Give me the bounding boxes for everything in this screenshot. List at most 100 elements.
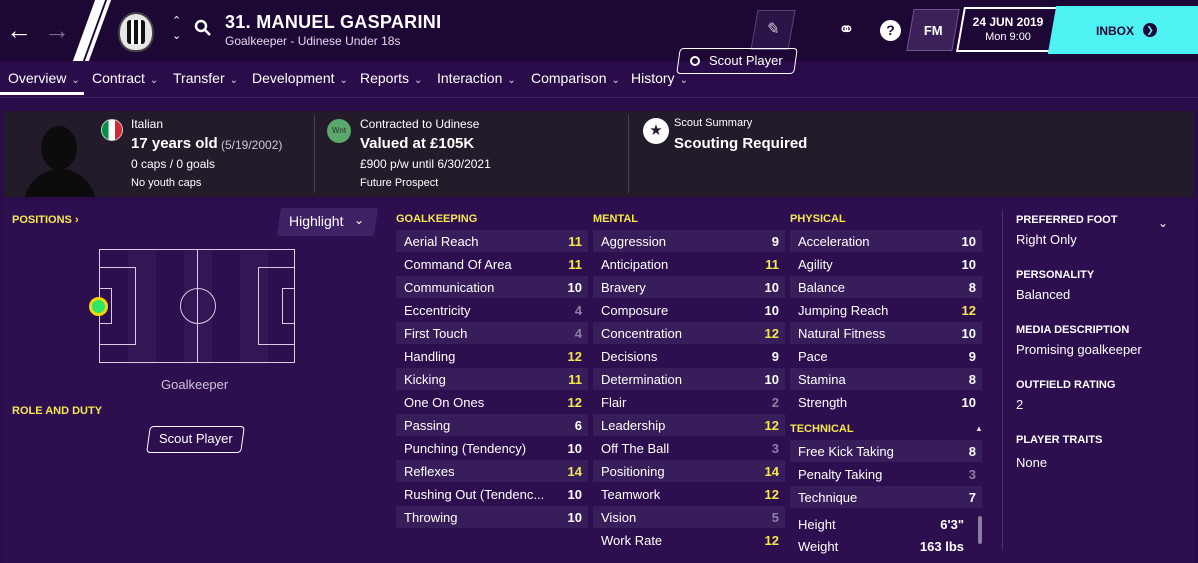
divider (628, 115, 629, 193)
tab-comparison[interactable]: Comparison ⌄ (531, 70, 620, 86)
attribute-row[interactable]: Flair 2 (593, 391, 785, 413)
attribute-row[interactable]: Decisions 9 (593, 345, 785, 367)
attribute-row[interactable]: Composure 10 (593, 299, 785, 321)
attribute-value: 10 (764, 303, 779, 318)
attribute-row[interactable]: Positioning 14 (593, 460, 785, 482)
attribute-row[interactable]: Throwing 10 (396, 506, 588, 528)
attribute-row[interactable]: Off The Ball 3 (593, 437, 785, 459)
club-crest-icon[interactable] (118, 12, 154, 52)
attribute-row[interactable]: Bravery 10 (593, 276, 785, 298)
current-date: 24 JUN 2019 (972, 15, 1044, 29)
date-continue-box[interactable] (956, 7, 1064, 52)
arrow-right-circle-icon[interactable]: ❯ (1143, 23, 1157, 37)
attribute-row[interactable]: Concentration 12 (593, 322, 785, 344)
attribute-value: 12 (961, 303, 976, 318)
globe-icon[interactable]: ⚭ (838, 17, 855, 42)
attribute-row[interactable]: Agility 10 (790, 253, 982, 275)
attribute-row[interactable]: Aerial Reach 11 (396, 230, 588, 252)
prev-next-player-icon[interactable]: ⌃ ⌄ (172, 14, 181, 44)
attribute-row[interactable]: Determination 10 (593, 368, 785, 390)
attribute-row[interactable]: Free Kick Taking 8 (790, 440, 982, 462)
tab-development[interactable]: Development ⌄ (252, 70, 348, 86)
prospect-status: Future Prospect (360, 177, 439, 189)
attribute-name: Positioning (601, 464, 665, 479)
attribute-row[interactable]: Eccentricity 4 (396, 299, 588, 321)
attribute-row[interactable]: Stamina 8 (790, 368, 982, 390)
attribute-row[interactable]: Technique 7 (790, 486, 982, 508)
attribute-row[interactable]: Jumping Reach 12 (790, 299, 982, 321)
attribute-row[interactable]: One On Ones 12 (396, 391, 588, 413)
player-subtitle[interactable]: Goalkeeper - Udinese Under 18s (225, 34, 400, 48)
attribute-row[interactable]: Pace 9 (790, 345, 982, 367)
attribute-row[interactable]: Acceleration 10 (790, 230, 982, 252)
chevron-down-icon[interactable]: ⌄ (354, 213, 364, 227)
attribute-row[interactable]: Rushing Out (Tendenc... 10 (396, 483, 588, 505)
search-icon[interactable] (194, 19, 212, 37)
attribute-value: 10 (961, 326, 976, 341)
attribute-row[interactable]: Work Rate 12 (593, 529, 785, 551)
attribute-name: Determination (601, 372, 682, 387)
attribute-row[interactable]: Penalty Taking 3 (790, 463, 982, 485)
attribute-row[interactable]: Leadership 12 (593, 414, 785, 436)
goalkeeper-position-marker[interactable] (89, 297, 108, 316)
goalkeeping-title: GOALKEEPING (396, 213, 478, 225)
attribute-row[interactable]: Handling 12 (396, 345, 588, 367)
attribute-value: 9 (771, 349, 779, 364)
tab-interaction[interactable]: Interaction ⌄ (437, 70, 516, 86)
tab-contract[interactable]: Contract ⌄ (92, 70, 158, 86)
edit-pencil-icon[interactable]: ✎ (750, 10, 796, 50)
attribute-value: 3 (968, 467, 976, 482)
attribute-row[interactable]: Reflexes 14 (396, 460, 588, 482)
attribute-row[interactable]: Teamwork 12 (593, 483, 785, 505)
chevron-down-icon: ⌄ (414, 75, 423, 86)
positions-title[interactable]: POSITIONS › (12, 214, 79, 226)
chevron-down-icon: ⌄ (507, 75, 516, 86)
scout-summary-title: Scout Summary (674, 117, 753, 129)
back-arrow-icon[interactable]: ← (6, 15, 32, 45)
attribute-name: Off The Ball (601, 441, 670, 456)
tab-transfer[interactable]: Transfer ⌄ (173, 70, 238, 86)
attribute-value: 10 (961, 395, 976, 410)
chevron-down-icon[interactable]: ⌄ (1158, 216, 1168, 230)
attribute-row[interactable]: Punching (Tendency) 10 (396, 437, 588, 459)
forward-arrow-icon[interactable]: → (44, 15, 70, 45)
search-icon (690, 56, 700, 66)
scrollbar[interactable] (978, 516, 982, 544)
attribute-row[interactable]: Vision 5 (593, 506, 785, 528)
tab-bar: Overview ⌄ Contract ⌄ Transfer ⌄ Developmen… (0, 61, 1198, 97)
attribute-row[interactable]: Anticipation 11 (593, 253, 785, 275)
position-pitch (99, 249, 295, 363)
attribute-name: Rushing Out (Tendenc... (404, 487, 545, 502)
attribute-row[interactable]: Natural Fitness 10 (790, 322, 982, 344)
attribute-row[interactable]: Balance 8 (790, 276, 982, 298)
contract-club[interactable]: Contracted to Udinese (360, 117, 479, 131)
attribute-row[interactable]: Communication 10 (396, 276, 588, 298)
attribute-row[interactable]: Strength 10 (790, 391, 982, 413)
role-scout-label[interactable]: Scout Player (159, 431, 233, 446)
nationality[interactable]: Italian (131, 117, 163, 131)
attribute-row[interactable]: Aggression 9 (593, 230, 785, 252)
outfield-rating: 2 (1016, 397, 1024, 412)
attribute-value: 11 (765, 257, 779, 272)
fm-menu-button[interactable]: FM (906, 9, 960, 51)
tab-overview[interactable]: Overview ⌄ (8, 70, 80, 86)
inbox-label[interactable]: INBOX (1096, 24, 1134, 38)
attribute-row[interactable]: Passing 6 (396, 414, 588, 436)
help-icon[interactable]: ? (880, 20, 901, 41)
top-bar: ← → ⌃ ⌄ 31. MANUEL GASPARINI Goalkeeper -… (0, 0, 1198, 61)
technical-title[interactable]: TECHNICAL (790, 423, 854, 435)
attribute-row[interactable]: Kicking 11 (396, 368, 588, 390)
attribute-name: Punching (Tendency) (404, 441, 527, 456)
tab-reports[interactable]: Reports ⌄ (360, 70, 422, 86)
attribute-name: First Touch (404, 326, 468, 341)
attribute-value: 5 (771, 510, 779, 525)
transfer-status-badge[interactable]: Wnt (327, 119, 351, 143)
attribute-row[interactable]: First Touch 4 (396, 322, 588, 344)
collapse-triangle-icon[interactable]: ▲ (975, 424, 983, 433)
highlight-label[interactable]: Highlight (289, 213, 343, 229)
attribute-value: 4 (574, 326, 582, 341)
scout-player-label[interactable]: Scout Player (709, 53, 783, 68)
personality-title: PERSONALITY (1016, 269, 1095, 281)
attribute-row[interactable]: Command Of Area 11 (396, 253, 588, 275)
tab-label: Development (252, 70, 335, 86)
